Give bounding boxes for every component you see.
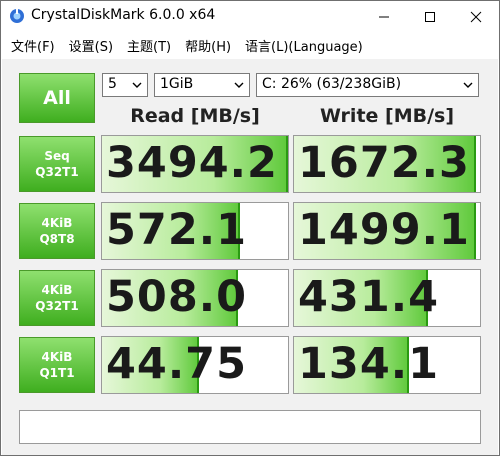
test-button-seq-q32t1[interactable]: Seq Q32T1 [19,136,95,192]
menu-language[interactable]: 语言(L)(Language) [235,36,363,55]
close-button[interactable] [453,1,499,32]
window-title: CrystalDiskMark 6.0.0 x64 [31,7,216,23]
menu-theme[interactable]: 主题(T) [117,36,171,55]
test-button-line2: Q1T1 [39,366,75,380]
chevron-down-icon [234,82,244,88]
score-bar-edge [474,203,477,259]
test-button-line2: Q32T1 [35,299,79,313]
test-button-line1: 4KiB [41,283,73,297]
read-score-value: 3494.2 [106,138,278,188]
write-result-seq-q32t1: 1672.3 [293,135,481,193]
crystaldiskmark-window: CrystalDiskMark 6.0.0 x64 文件(F) 设置(S) 主题… [0,0,500,456]
maximize-button[interactable] [407,1,453,32]
test-size-select[interactable]: 1GiB [154,73,250,97]
write-score-value: 1499.1 [298,205,470,255]
menu-bar: 文件(F) 设置(S) 主题(T) 帮助(H) 语言(L)(Language) [1,32,499,58]
write-result-4kib-q1t1: 134.1 [293,336,481,394]
read-result-4kib-q8t8: 572.1 [101,202,289,260]
crystaldiskmark-app-icon [10,9,24,23]
chevron-down-icon [463,82,473,88]
write-header: Write [MB/s] [319,105,455,127]
title-bar[interactable]: CrystalDiskMark 6.0.0 x64 [1,1,499,32]
minimize-icon [379,16,389,17]
menu-settings[interactable]: 设置(S) [59,36,113,55]
write-result-4kib-q8t8: 1499.1 [293,202,481,260]
test-button-4kib-q8t8[interactable]: 4KiB Q8T8 [19,203,95,259]
test-count-value: 5 [108,76,117,92]
test-button-line1: 4KiB [41,350,73,364]
test-button-4kib-q32t1[interactable]: 4KiB Q32T1 [19,270,95,326]
read-score-value: 572.1 [106,205,248,255]
read-result-seq-q32t1: 3494.2 [101,135,289,193]
test-button-4kib-q1t1[interactable]: 4KiB Q1T1 [19,337,95,393]
read-score-value: 508.0 [106,272,248,322]
test-button-line1: Seq [44,149,70,163]
test-button-line2: Q8T8 [39,232,75,246]
comment-field[interactable] [19,410,481,444]
minimize-button[interactable] [361,1,407,32]
menu-help[interactable]: 帮助(H) [175,36,231,55]
write-result-4kib-q32t1: 431.4 [293,269,481,327]
drive-value: C: 26% (63/238GiB) [262,76,402,92]
maximize-icon [425,11,435,22]
read-result-4kib-q1t1: 44.75 [101,336,289,394]
chevron-down-icon [132,82,142,88]
drive-select[interactable]: C: 26% (63/238GiB) [256,73,479,97]
menu-file[interactable]: 文件(F) [1,36,55,55]
write-score-value: 1672.3 [298,138,470,188]
all-button[interactable]: All [19,73,95,123]
close-icon [470,11,482,22]
read-score-value: 44.75 [106,339,248,389]
read-header: Read [MB/s] [130,105,260,127]
score-bar-edge [474,136,477,192]
test-button-line2: Q32T1 [35,165,79,179]
read-result-4kib-q32t1: 508.0 [101,269,289,327]
write-score-value: 431.4 [298,272,440,322]
write-score-value: 134.1 [298,339,440,389]
test-size-value: 1GiB [160,76,194,92]
test-button-line1: 4KiB [41,216,73,230]
score-bar-edge [286,136,288,192]
test-count-select[interactable]: 5 [102,73,148,97]
